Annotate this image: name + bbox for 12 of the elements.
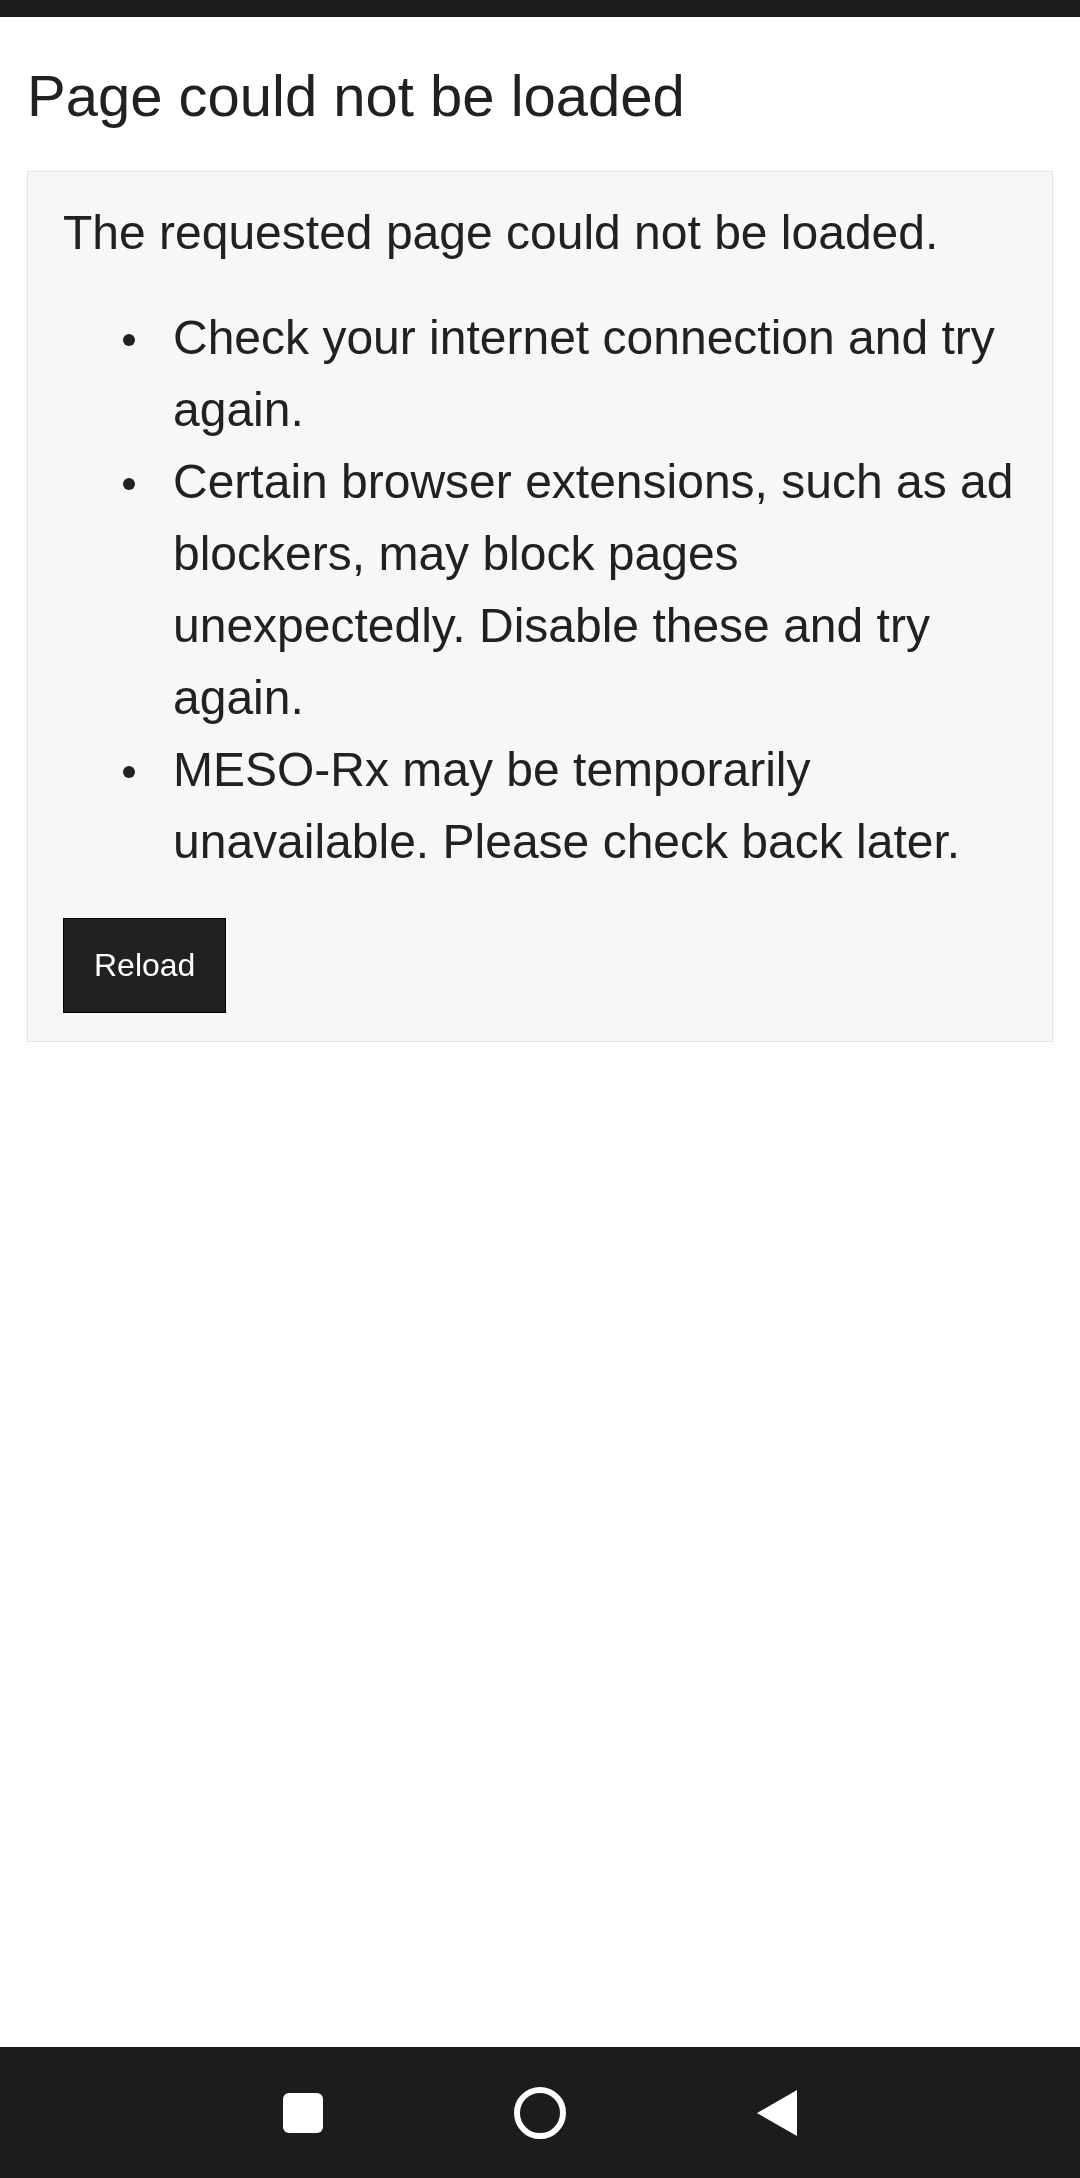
back-icon[interactable] <box>757 2089 797 2136</box>
tip-text: Check your internet connection and try again. <box>173 310 996 438</box>
tip-text: MESO-Rx may be temporarily unavailable. Please check back later. <box>173 742 962 870</box>
bullet-icon <box>123 766 135 778</box>
recents-icon[interactable] <box>283 2092 323 2133</box>
bullet-icon <box>123 334 135 346</box>
home-icon[interactable] <box>513 2085 567 2140</box>
page-title: Page could not be loaded <box>27 62 686 130</box>
tip-text: Certain browser extensions, such as ad blockers, may block pages unexpectedly. Disable these and try again. <box>173 454 1015 726</box>
reload-button[interactable]: Reload <box>63 918 227 1013</box>
error-message: The requested page could not be loaded. <box>63 204 940 261</box>
bullet-icon <box>123 478 135 490</box>
